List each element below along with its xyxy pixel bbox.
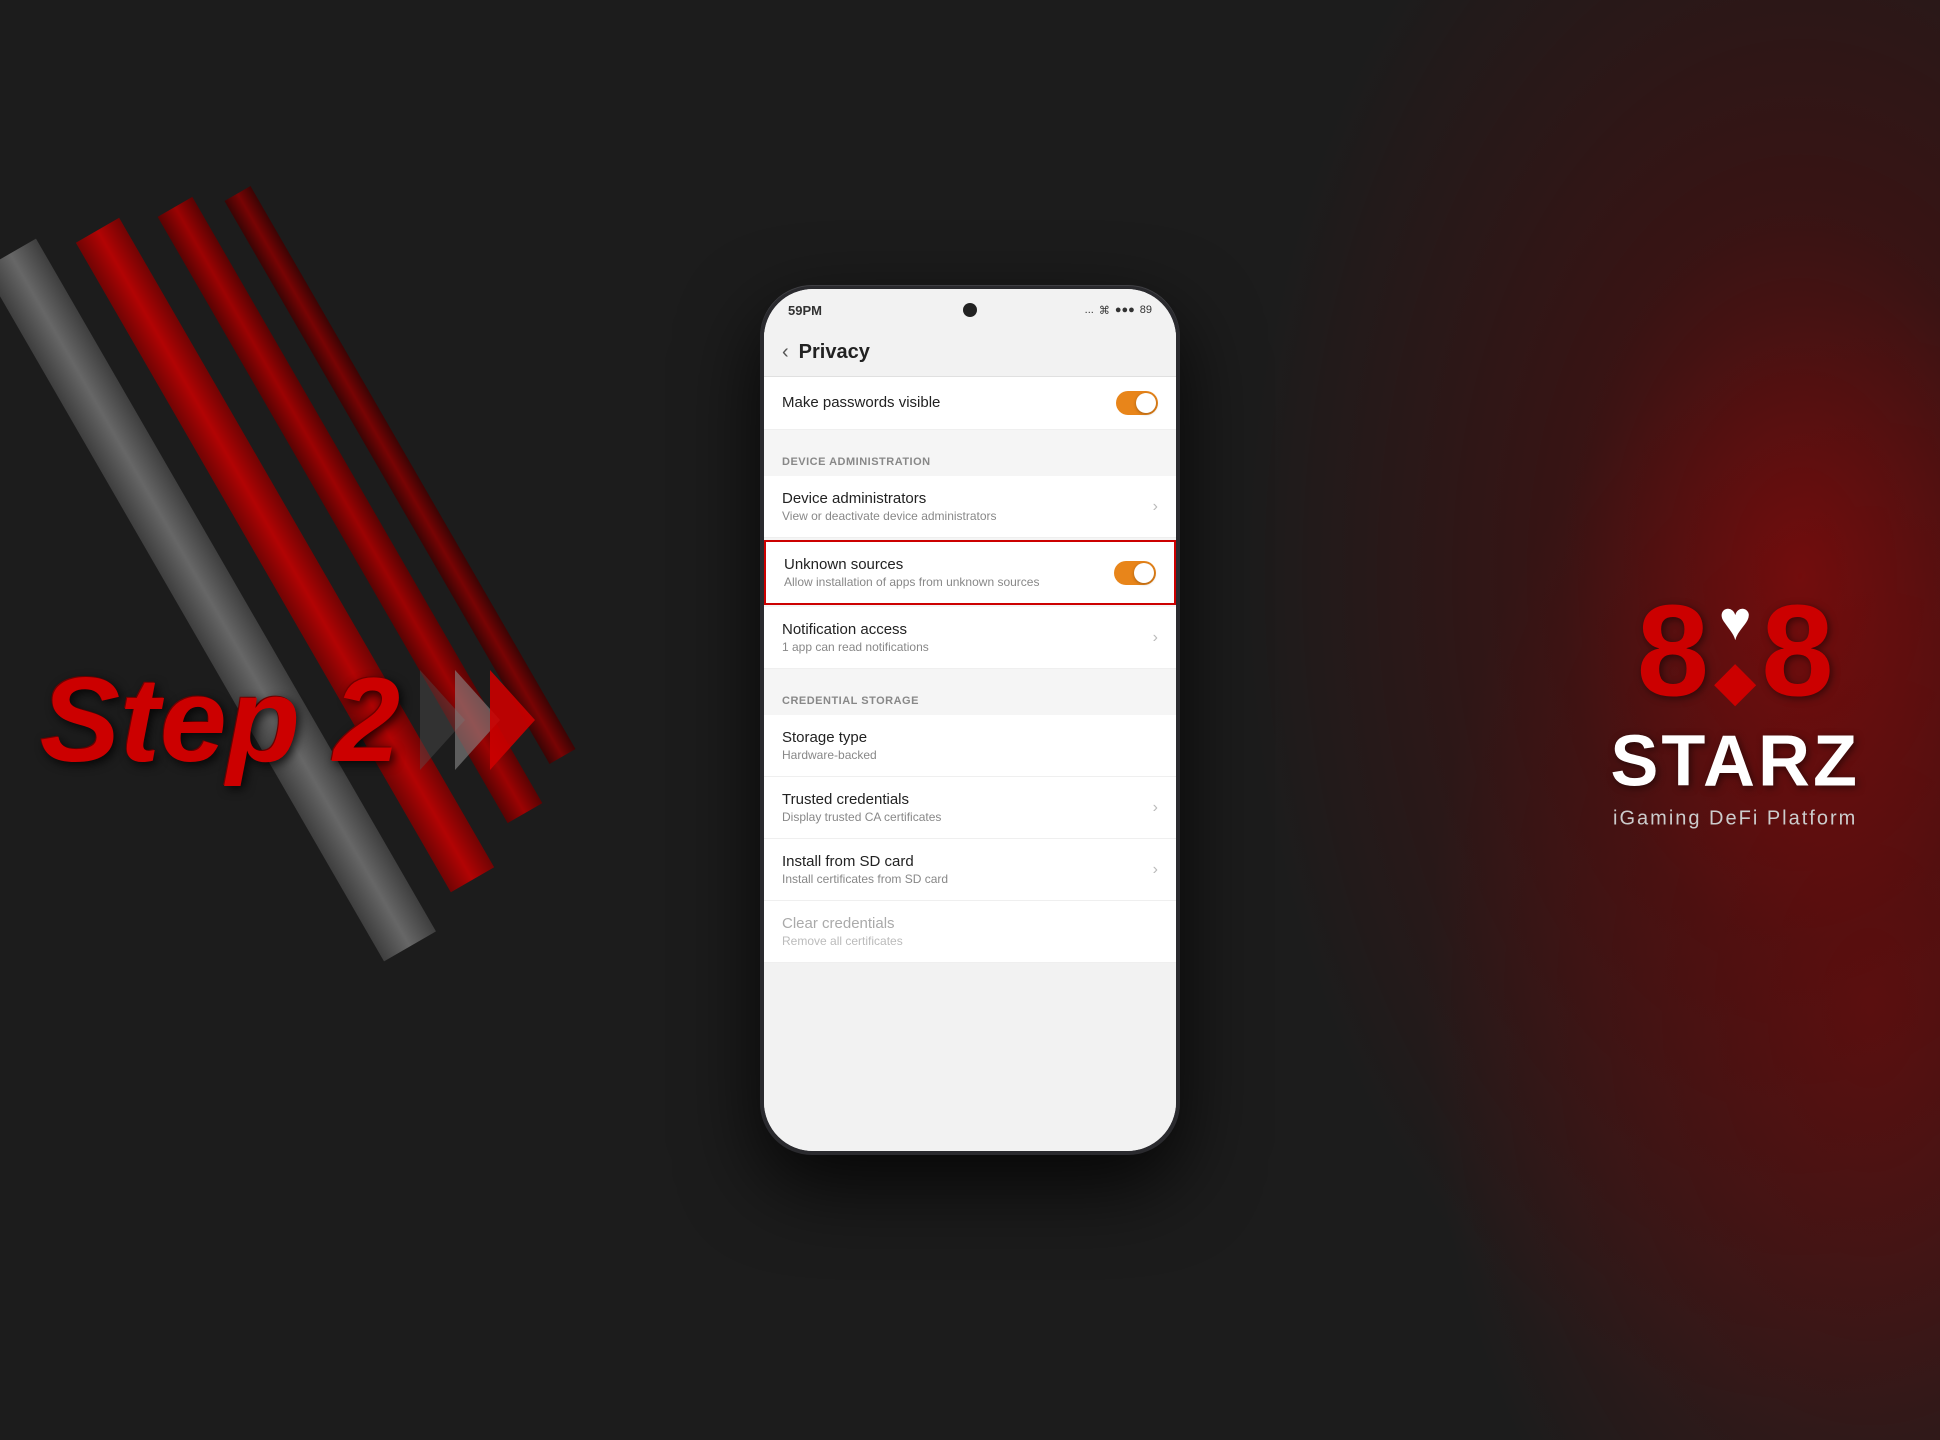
trusted-credentials-item[interactable]: Trusted credentials Display trusted CA c… xyxy=(764,777,1176,839)
chevron-3 xyxy=(490,670,535,770)
make-passwords-item[interactable]: Make passwords visible xyxy=(764,377,1176,430)
credential-storage-section-label: CREDENTIAL STORAGE xyxy=(782,695,919,707)
phone-frame: 59PM ... ⌘ ●●● 89 ‹ Privacy xyxy=(760,285,1180,1155)
settings-list: Make passwords visible DEVICE ADMINISTRA… xyxy=(764,377,1176,963)
unknown-sources-toggle[interactable] xyxy=(1114,561,1156,585)
make-passwords-text: Make passwords visible xyxy=(782,394,1108,413)
arrow-group xyxy=(430,670,535,770)
unknown-sources-item[interactable]: Unknown sources Allow installation of ap… xyxy=(764,540,1176,605)
make-passwords-toggle[interactable] xyxy=(1116,391,1158,415)
trusted-credentials-text: Trusted credentials Display trusted CA c… xyxy=(782,791,1145,824)
storage-type-item[interactable]: Storage type Hardware-backed xyxy=(764,715,1176,777)
phone-screen: 59PM ... ⌘ ●●● 89 ‹ Privacy xyxy=(764,289,1176,1151)
storage-type-subtitle: Hardware-backed xyxy=(782,748,1158,762)
storage-type-text: Storage type Hardware-backed xyxy=(782,729,1158,762)
clear-credentials-text: Clear credentials Remove all certificate… xyxy=(782,915,1158,948)
trusted-credentials-subtitle: Display trusted CA certificates xyxy=(782,810,1145,824)
logo-subtitle-text: iGaming DeFi Platform xyxy=(1610,807,1860,830)
privacy-header: ‹ Privacy xyxy=(764,331,1176,377)
trusted-credentials-chevron-icon: › xyxy=(1153,799,1158,817)
status-bar: 59PM ... ⌘ ●●● 89 xyxy=(764,289,1176,331)
notification-access-subtitle: 1 app can read notifications xyxy=(782,640,1145,654)
unknown-sources-title: Unknown sources xyxy=(784,556,1106,573)
device-administrators-text: Device administrators View or deactivate… xyxy=(782,490,1145,523)
page-title: Privacy xyxy=(799,341,870,364)
logo-suits: ♥ ◆ xyxy=(1714,593,1756,708)
wifi-icon: ⌘ xyxy=(1099,304,1110,317)
signal-bars-icon: ●●● xyxy=(1115,304,1135,316)
logo-number-right: 8 xyxy=(1761,585,1833,715)
status-time: 59PM xyxy=(788,303,822,318)
clear-credentials-subtitle: Remove all certificates xyxy=(782,934,1158,948)
status-icons: ... ⌘ ●●● 89 xyxy=(1085,304,1152,317)
storage-type-title: Storage type xyxy=(782,729,1158,746)
battery-icon: 89 xyxy=(1140,304,1152,316)
notification-access-text: Notification access 1 app can read notif… xyxy=(782,621,1145,654)
device-administrators-item[interactable]: Device administrators View or deactivate… xyxy=(764,476,1176,538)
install-sdcard-text: Install from SD card Install certificate… xyxy=(782,853,1145,886)
make-passwords-title: Make passwords visible xyxy=(782,394,1108,411)
unknown-sources-subtitle: Allow installation of apps from unknown … xyxy=(784,575,1106,589)
phone-container: 59PM ... ⌘ ●●● 89 ‹ Privacy xyxy=(760,285,1180,1155)
logo-888-group: 8 ♥ ◆ 8 xyxy=(1610,585,1860,715)
notification-access-item[interactable]: Notification access 1 app can read notif… xyxy=(764,607,1176,669)
heart-suit-icon: ♥ xyxy=(1714,593,1756,648)
device-administrators-subtitle: View or deactivate device administrators xyxy=(782,509,1145,523)
camera-cutout xyxy=(963,303,977,317)
install-sdcard-subtitle: Install certificates from SD card xyxy=(782,872,1145,886)
clear-credentials-item: Clear credentials Remove all certificate… xyxy=(764,901,1176,963)
clear-credentials-title: Clear credentials xyxy=(782,915,1158,932)
notification-access-title: Notification access xyxy=(782,621,1145,638)
screen-content: ‹ Privacy Make passwords visible DEVI xyxy=(764,331,1176,1151)
logo-number-left: 8 xyxy=(1637,585,1709,715)
device-admin-section-header: DEVICE ADMINISTRATION xyxy=(764,438,1176,476)
brand-logo: 8 ♥ ◆ 8 STARZ iGaming DeFi Platform xyxy=(1610,585,1860,830)
install-sdcard-title: Install from SD card xyxy=(782,853,1145,870)
divider-1 xyxy=(764,430,1176,438)
step-label: Step 2 xyxy=(40,654,400,786)
divider-2 xyxy=(764,669,1176,677)
install-sdcard-item[interactable]: Install from SD card Install certificate… xyxy=(764,839,1176,901)
back-button[interactable]: ‹ xyxy=(782,341,789,364)
device-administrators-title: Device administrators xyxy=(782,490,1145,507)
signal-dots-icon: ... xyxy=(1085,304,1094,316)
unknown-sources-text: Unknown sources Allow installation of ap… xyxy=(784,556,1106,589)
install-sdcard-chevron-icon: › xyxy=(1153,861,1158,879)
notification-access-chevron-icon: › xyxy=(1153,629,1158,647)
diamond-suit-icon: ◆ xyxy=(1714,653,1756,708)
device-administrators-chevron-icon: › xyxy=(1153,498,1158,516)
device-admin-section-label: DEVICE ADMINISTRATION xyxy=(782,456,931,468)
credential-storage-section-header: CREDENTIAL STORAGE xyxy=(764,677,1176,715)
trusted-credentials-title: Trusted credentials xyxy=(782,791,1145,808)
logo-starz-text: STARZ xyxy=(1610,720,1860,802)
